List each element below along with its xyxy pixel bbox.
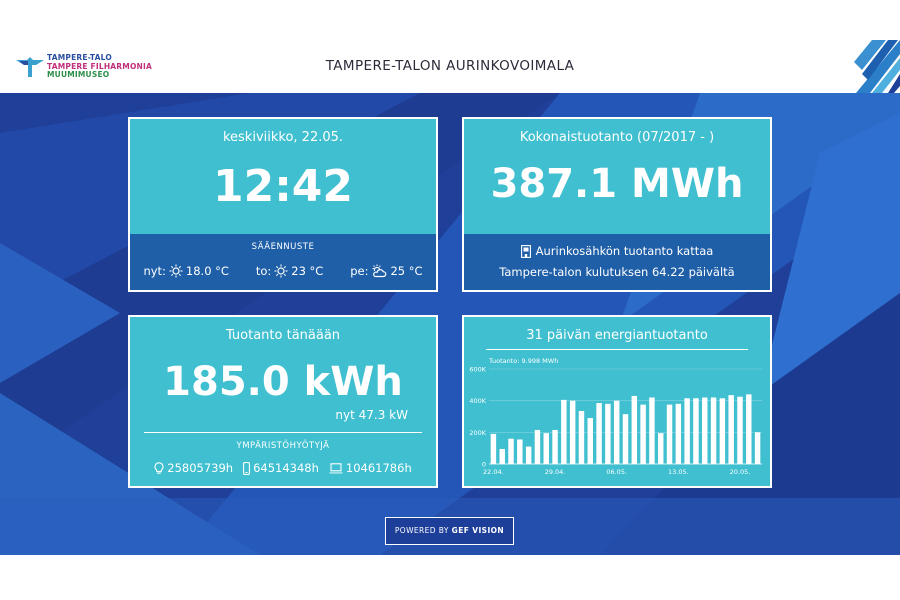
bar-4 — [525, 446, 532, 464]
bar-18 — [649, 397, 655, 464]
bar-13 — [605, 403, 611, 464]
bar-15 — [622, 414, 629, 464]
clock-time: 12:42 — [212, 161, 354, 212]
bar-6 — [543, 433, 549, 464]
lightbulb-icon — [154, 461, 164, 474]
bar-10 — [578, 410, 585, 464]
coverage-line-1: Aurinkosähkön tuotanto kattaa — [464, 244, 770, 258]
eco-lightbulb: 25805739h — [154, 461, 233, 475]
divider — [144, 432, 422, 433]
bar-11 — [587, 418, 594, 464]
y-tick-label: 600K — [469, 366, 486, 374]
y-tick-label: 400K — [469, 397, 486, 405]
bar-23 — [693, 398, 699, 464]
page-title: TAMPERE-TALON AURINKOVOIMALA — [325, 58, 575, 74]
bar-12 — [596, 403, 602, 464]
forecast-now-prefix: nyt: — [143, 264, 166, 278]
x-tick-label: 06.05. — [606, 468, 627, 476]
bar-21 — [675, 403, 682, 464]
building-icon — [520, 244, 531, 258]
sun-icon — [169, 264, 183, 278]
powered-by-brand: GEF VISION — [451, 526, 505, 535]
eco-phone: 64514348h — [243, 461, 319, 475]
forecast-now: nyt: 18.0 °C — [143, 264, 229, 278]
eco-benefits-label: YMPÄRISTÖHYÖTYJÄ — [236, 441, 330, 451]
bar-14 — [613, 400, 620, 464]
bar-0 — [490, 433, 497, 464]
today-production-card: Tuotanto tänäään 185.0 kWh nyt 47.3 kW Y… — [128, 315, 438, 488]
coverage-band: Aurinkosähkön tuotanto kattaa Tampere-ta… — [464, 234, 770, 290]
bar-26 — [719, 398, 726, 464]
today-production-value: 185.0 kWh — [163, 359, 403, 405]
forecast-thursday-value: 23 °C — [291, 264, 324, 278]
bar-3 — [517, 439, 523, 464]
eco-benefits-row: 25805739h 64514348h 10461786h — [130, 461, 436, 475]
bar-1 — [499, 448, 505, 464]
bar-9 — [569, 400, 576, 464]
header: TAMPERE-TALO TAMPERE FILHARMONIA MUUMIMU… — [0, 40, 900, 93]
date-label: keskiviikko, 22.05. — [222, 130, 344, 145]
bar-19 — [657, 433, 664, 464]
sun-icon — [274, 264, 288, 278]
eco-laptop-value: 10461786h — [345, 461, 412, 475]
forecast-band: SÄÄENNUSTE nyt: 18.0 °C to: 23 °C pe: 25… — [130, 234, 436, 290]
energy-bar-chart: 0200K400K600KTuotanto: 9.998 MWh22.04. 29… — [469, 357, 762, 476]
laptop-icon — [329, 462, 343, 473]
bar-22 — [684, 398, 690, 464]
forecast-friday: pe: 25 °C — [350, 264, 422, 278]
forecast-label: SÄÄENNUSTE — [251, 242, 315, 252]
forecast-now-value: 18.0 °C — [185, 264, 229, 278]
bar-30 — [754, 432, 761, 464]
corner-decoration-icon — [854, 40, 900, 93]
eco-laptop: 10461786h — [329, 461, 412, 475]
eco-lightbulb-value: 25805739h — [167, 461, 234, 475]
cloud-sun-icon — [372, 264, 387, 278]
eco-phone-value: 64514348h — [253, 461, 319, 475]
powered-by-prefix: POWERED BY — [394, 526, 452, 535]
bar-5 — [534, 429, 541, 464]
bar-16 — [631, 395, 638, 464]
bar-25 — [710, 397, 717, 464]
today-production-title: Tuotanto tänäään — [225, 328, 341, 343]
clock-card: keskiviikko, 22.05. 12:42 SÄÄENNUSTE nyt… — [128, 117, 438, 292]
forecast-friday-prefix: pe: — [350, 264, 369, 278]
forecast-thursday: to: 23 °C — [256, 264, 324, 278]
total-production-title: Kokonaistuotanto (07/2017 - ) — [519, 130, 715, 145]
x-tick-label: 29.04. — [545, 468, 566, 476]
forecast-row: nyt: 18.0 °C to: 23 °C pe: 25 °C — [130, 264, 436, 278]
bar-17 — [640, 404, 646, 464]
coverage-line-2: Tampere-talon kulutuksen 64.22 päivältä — [499, 265, 735, 279]
bar-20 — [666, 404, 673, 464]
bar-7 — [552, 429, 558, 464]
total-production-value: 387.1 MWh — [490, 161, 744, 207]
forecast-friday-value: 25 °C — [390, 264, 423, 278]
phone-icon — [243, 461, 251, 475]
chart-annotation: Tuotanto: 9.998 MWh — [488, 357, 558, 365]
bar-28 — [737, 396, 743, 464]
x-tick-label: 13.05. — [668, 468, 689, 476]
x-tick-label: 20.05. — [730, 468, 751, 476]
bar-2 — [508, 438, 514, 464]
x-tick-label: 22.04. — [483, 468, 504, 476]
energy-chart-card: 31 päivän energiantuotanto 0 200K 400K 600K… — [462, 315, 772, 488]
total-production-card: Kokonaistuotanto (07/2017 - ) 387.1 MWh … — [462, 117, 772, 292]
forecast-thursday-prefix: to: — [255, 264, 272, 278]
coverage-text-1: Aurinkosähkön tuotanto kattaa — [535, 244, 714, 258]
current-power: nyt 47.3 kW — [335, 408, 408, 422]
bar-27 — [728, 395, 734, 464]
powered-by-badge[interactable]: POWERED BY GEF VISION — [385, 517, 514, 545]
bar-8 — [561, 399, 567, 464]
bar-29 — [746, 394, 752, 464]
bar-24 — [702, 397, 708, 464]
y-tick-label: 200K — [469, 429, 486, 437]
